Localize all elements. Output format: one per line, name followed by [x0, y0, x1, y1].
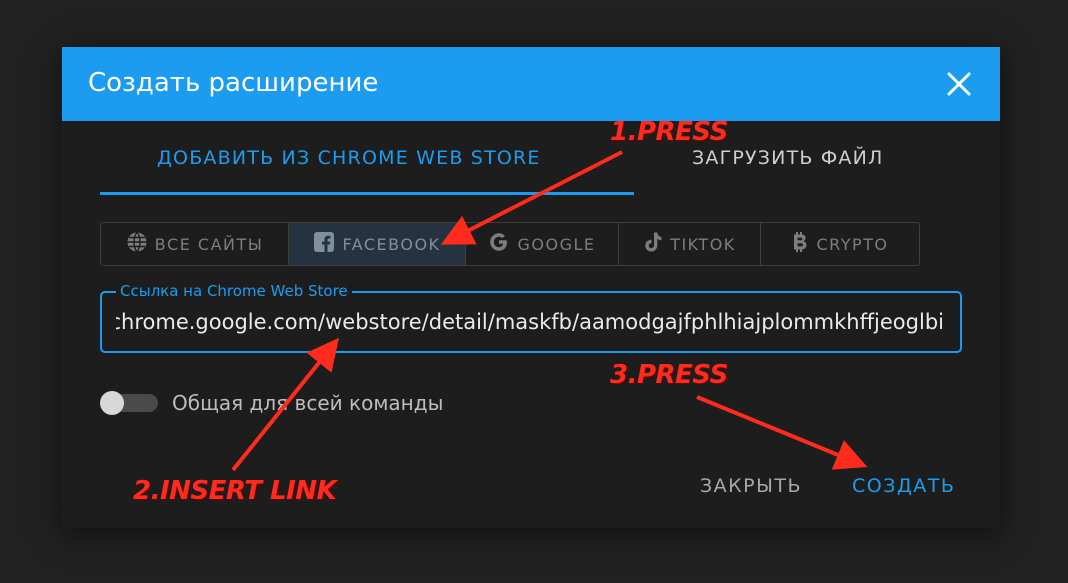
dialog-header: Создать расширение: [62, 47, 1000, 121]
tab-upload-file[interactable]: ЗАГРУЗИТЬ ФАЙЛ: [692, 147, 884, 177]
chrome-store-link-field: Ссылка на Chrome Web Store: [100, 282, 962, 353]
screenshot-stage: Создать расширение ДОБАВИТЬ ИЗ CHROME WE…: [0, 0, 1068, 583]
team-share-toggle[interactable]: [100, 391, 158, 415]
bitcoin-icon: [791, 231, 816, 257]
chrome-store-link-input[interactable]: [116, 307, 944, 337]
annotation-step-2: 2.INSERT LINK: [133, 476, 337, 506]
dialog-title: Создать расширение: [88, 68, 379, 98]
create-button[interactable]: СОЗДАТЬ: [852, 475, 955, 503]
filter-google-label: GOOGLE: [517, 234, 596, 254]
toggle-knob: [100, 391, 124, 415]
filter-tiktok-label: TIKTOK: [670, 234, 736, 254]
annotation-step-3: 3.PRESS: [610, 360, 728, 390]
filter-all-sites[interactable]: ВСЕ САЙТЫ: [101, 223, 289, 265]
google-icon: [488, 231, 517, 257]
close-button[interactable]: ЗАКРЫТЬ: [700, 475, 802, 503]
active-tab-indicator: [100, 192, 634, 195]
create-extension-dialog: Создать расширение ДОБАВИТЬ ИЗ CHROME WE…: [62, 47, 1000, 528]
filter-tiktok[interactable]: TIKTOK: [619, 223, 761, 265]
filter-crypto[interactable]: CRYPTO: [761, 223, 919, 265]
facebook-icon: [313, 231, 342, 257]
filter-all-sites-label: ВСЕ САЙТЫ: [154, 234, 264, 254]
link-field-label: Ссылка на Chrome Web Store: [116, 282, 352, 300]
globe-icon: [126, 231, 155, 257]
annotation-step-1: 1.PRESS: [610, 117, 728, 147]
site-filter-group: ВСЕ САЙТЫ FACEBOOK GOOGLE TIKTOK CRYPTO: [100, 222, 920, 266]
tiktok-icon: [643, 231, 670, 257]
close-icon[interactable]: [942, 67, 976, 101]
filter-facebook[interactable]: FACEBOOK: [289, 223, 466, 265]
tab-chrome-web-store[interactable]: ДОБАВИТЬ ИЗ CHROME WEB STORE: [157, 147, 541, 177]
filter-google[interactable]: GOOGLE: [466, 223, 619, 265]
filter-crypto-label: CRYPTO: [816, 234, 889, 254]
filter-facebook-label: FACEBOOK: [342, 234, 441, 254]
team-share-label: Общая для всей команды: [172, 391, 444, 415]
